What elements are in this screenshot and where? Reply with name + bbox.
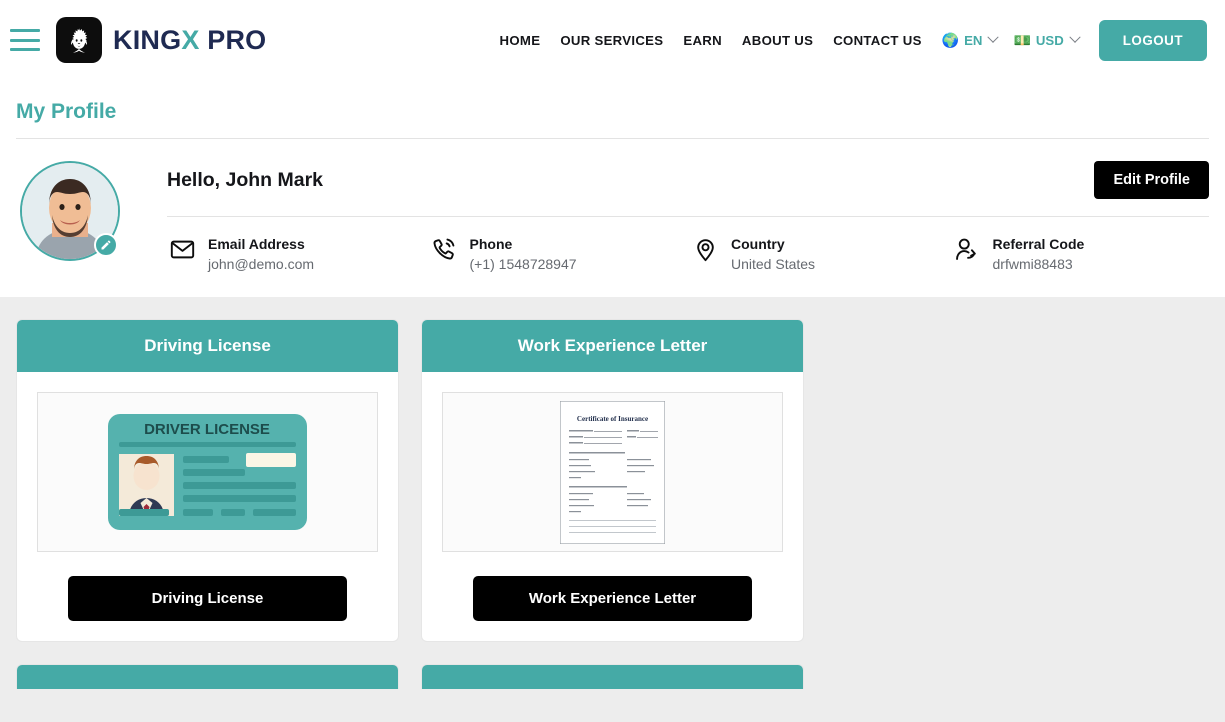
chevron-down-icon <box>987 31 1000 43</box>
globe-icon: 🌍 <box>941 31 960 48</box>
location-pin-icon <box>690 234 720 264</box>
hamburger-menu-icon[interactable] <box>10 29 40 51</box>
edit-profile-button[interactable]: Edit Profile <box>1094 161 1209 199</box>
driving-license-button[interactable]: Driving License <box>67 576 348 622</box>
user-referral-icon <box>952 234 982 264</box>
card-title-bar <box>17 665 398 690</box>
document-thumbnail-frame[interactable]: DRIVER LICENSE <box>37 392 378 553</box>
avatar-wrapper <box>20 161 120 261</box>
info-referral: Referral Code drfwmi88483 <box>952 234 1210 275</box>
currency-selector[interactable]: 💵 USD <box>1003 32 1084 49</box>
profile-main: Hello, John Mark Edit Profile Email Addr… <box>167 161 1209 275</box>
documents-grid-empty-cell <box>826 319 1209 642</box>
lion-head-logo-icon <box>56 17 102 63</box>
site-header: KINGX PRO HOME OUR SERVICES EARN ABOUT U… <box>0 0 1225 80</box>
language-selector[interactable]: 🌍 EN <box>932 32 1004 49</box>
info-email: Email Address john@demo.com <box>167 234 425 275</box>
card-body: DRIVER LICENSE Driving License <box>17 372 398 641</box>
envelope-icon <box>167 234 197 264</box>
greeting-row: Hello, John Mark Edit Profile <box>167 161 1209 199</box>
brand-name-part2: PRO <box>199 24 267 55</box>
banknote-icon: 💵 <box>1013 31 1031 48</box>
card-title: Driving License <box>17 320 398 373</box>
card-title-bar <box>422 665 803 690</box>
driver-license-card-image: DRIVER LICENSE <box>108 414 307 531</box>
nav-item-earn[interactable]: EARN <box>673 33 732 48</box>
certificate-document-image: Certificate of Insurance <box>560 400 665 544</box>
nav-item-our-services[interactable]: OUR SERVICES <box>550 33 673 48</box>
nav-item-home[interactable]: HOME <box>490 33 551 48</box>
brand-logo[interactable]: KINGX PRO <box>56 17 266 63</box>
brand-name-part1: KING <box>113 24 182 55</box>
hamburger-bar <box>10 29 40 32</box>
brand-name: KINGX PRO <box>113 25 266 56</box>
edit-avatar-button[interactable] <box>94 233 118 257</box>
info-value: (+1) 1548728947 <box>469 256 577 273</box>
info-value: United States <box>731 256 816 273</box>
info-label: Referral Code <box>992 236 1085 252</box>
info-phone: Phone (+1) 1548728947 <box>429 234 687 275</box>
license-title-text: DRIVER LICENSE <box>144 421 270 438</box>
info-label: Phone <box>469 236 513 252</box>
info-label: Email Address <box>208 236 305 252</box>
info-label: Country <box>731 236 785 252</box>
documents-grid: Driving License DRIVER LICENSE Driving L… <box>16 319 1209 690</box>
greeting-text: Hello, John Mark <box>167 168 324 191</box>
document-card-work-experience-letter: Work Experience Letter Certificate of In… <box>421 319 804 643</box>
work-experience-letter-button[interactable]: Work Experience Letter <box>472 576 753 622</box>
nav-item-about-us[interactable]: ABOUT US <box>732 33 823 48</box>
card-title: Work Experience Letter <box>422 320 803 373</box>
profile-panel: Hello, John Mark Edit Profile Email Addr… <box>0 138 1225 298</box>
currency-label: USD <box>1035 32 1064 48</box>
phone-icon <box>429 234 459 264</box>
document-thumbnail-frame[interactable]: Certificate of Insurance <box>442 392 783 553</box>
document-card-partial <box>421 664 804 690</box>
logout-button[interactable]: LOGOUT <box>1098 19 1207 61</box>
language-label: EN <box>964 32 983 48</box>
profile-info-grid: Email Address john@demo.com Phone (+1) 1… <box>167 217 1209 275</box>
hamburger-bar <box>10 48 40 51</box>
document-card-driving-license: Driving License DRIVER LICENSE Driving L… <box>16 319 399 643</box>
info-value: drfwmi88483 <box>992 256 1073 273</box>
brand-name-accent: X <box>181 24 200 55</box>
profile-row: Hello, John Mark Edit Profile Email Addr… <box>16 139 1209 275</box>
documents-area: Driving License DRIVER LICENSE Driving L… <box>0 297 1225 690</box>
nav-item-contact-us[interactable]: CONTACT US <box>823 33 931 48</box>
card-body: Certificate of Insurance Work Experience… <box>422 372 803 641</box>
info-country: Country United States <box>690 234 948 275</box>
info-value: john@demo.com <box>208 256 315 273</box>
certificate-title-text: Certificate of Insurance <box>577 415 648 423</box>
page-title: My Profile <box>0 80 1225 138</box>
main-navigation: HOME OUR SERVICES EARN ABOUT US CONTACT … <box>490 19 1207 61</box>
pencil-icon <box>101 240 111 250</box>
document-card-partial <box>16 664 399 690</box>
hamburger-bar <box>10 38 40 42</box>
chevron-down-icon <box>1069 31 1081 43</box>
